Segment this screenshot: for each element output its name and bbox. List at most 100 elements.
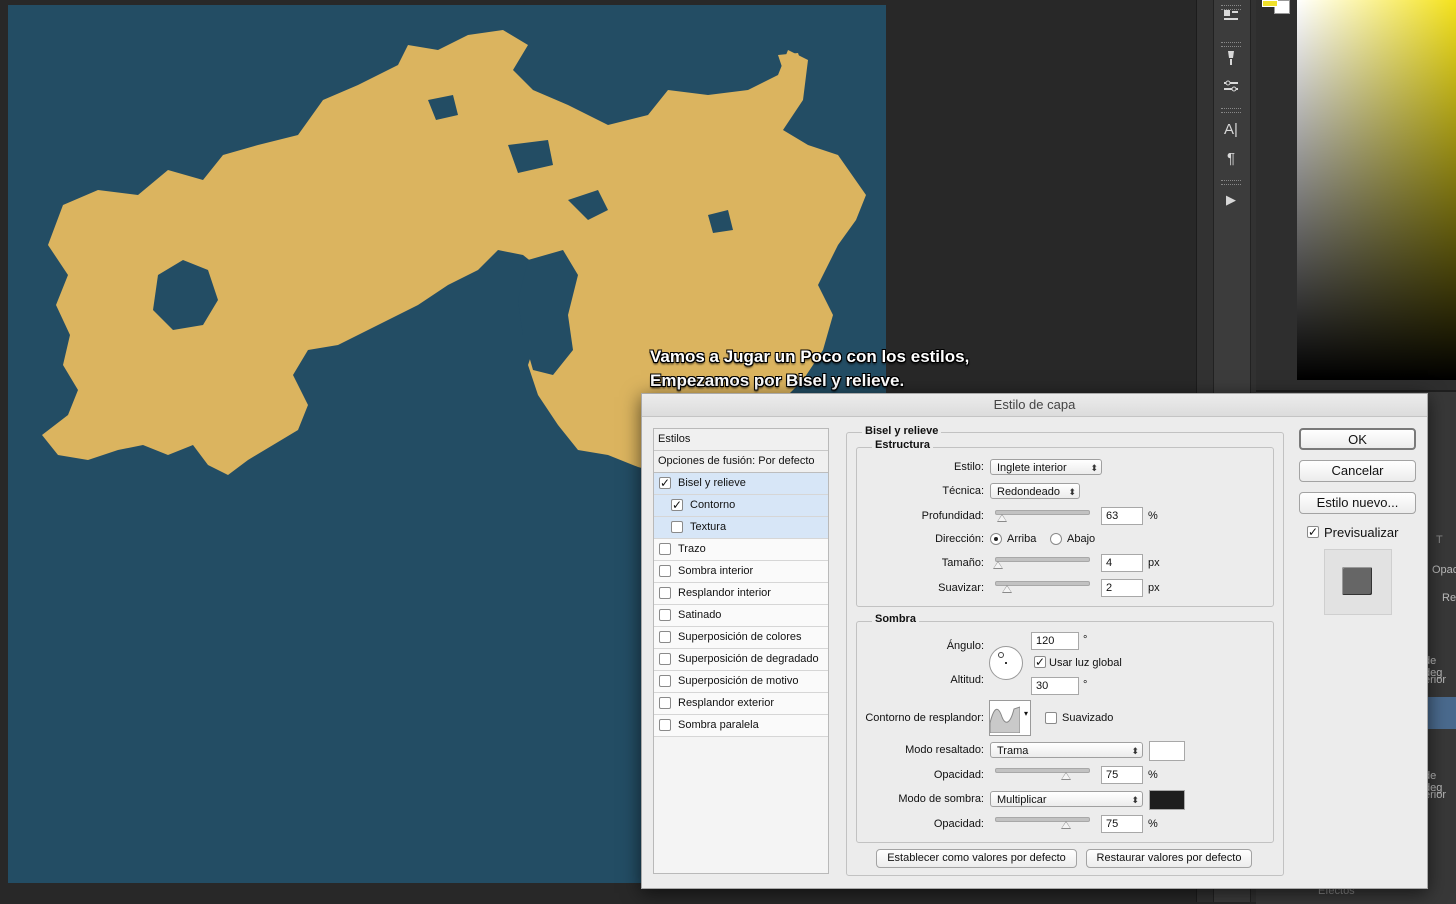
style-checkbox[interactable] [659, 543, 671, 555]
technique-select[interactable]: Redondeado [990, 483, 1080, 500]
antialias-checkbox[interactable] [1045, 712, 1057, 724]
layer-style-dialog: Estilo de capa Estilos Opciones de fusió… [641, 393, 1428, 889]
style-item-label: Trazo [678, 543, 706, 555]
style-checkbox[interactable] [659, 653, 671, 665]
technique-label: Técnica: [942, 485, 984, 497]
style-item-label: Sombra paralela [678, 719, 759, 731]
gloss-contour-picker[interactable]: ▾ [989, 700, 1031, 736]
grip-handle[interactable] [1221, 180, 1241, 185]
direction-down-radio[interactable] [1050, 533, 1062, 545]
style-item[interactable]: Trazo [654, 539, 828, 561]
paragraph-icon[interactable]: ¶ [1213, 147, 1249, 171]
preview-checkbox[interactable]: ✓ [1307, 526, 1319, 538]
panel-fragment: T [1436, 534, 1443, 546]
shadow-opacity-label: Opacidad: [933, 818, 984, 830]
highlight-opacity-unit: % [1148, 769, 1158, 781]
style-checkbox[interactable] [659, 719, 671, 731]
style-item[interactable]: Sombra paralela [654, 715, 828, 737]
style-checkbox[interactable]: ✓ [659, 477, 671, 489]
depth-slider[interactable] [995, 510, 1090, 522]
shadow-opacity-slider[interactable] [995, 817, 1090, 829]
caption-line-1: Vamos a Jugar un Poco con los estilos, [650, 347, 970, 366]
highlight-color-swatch[interactable] [1149, 741, 1185, 761]
style-checkbox[interactable] [671, 521, 683, 533]
style-select[interactable]: Inglete interior [990, 459, 1102, 476]
style-checkbox[interactable] [659, 675, 671, 687]
soften-unit: px [1148, 582, 1160, 594]
adjust-icon[interactable] [1213, 78, 1249, 102]
highlight-mode-select[interactable]: Trama [990, 742, 1143, 759]
depth-label: Profundidad: [921, 510, 984, 522]
foreground-color-swatch[interactable] [1262, 0, 1278, 7]
grip-handle[interactable] [1221, 108, 1241, 113]
style-checkbox[interactable]: ✓ [671, 499, 683, 511]
style-item-label: Superposición de colores [678, 631, 802, 643]
style-checkbox[interactable] [659, 565, 671, 577]
selected-layer-row[interactable] [1426, 697, 1456, 729]
altitude-input[interactable]: 30 [1031, 677, 1079, 695]
size-input[interactable]: 4 [1101, 554, 1143, 572]
shading-title: Sombra [872, 613, 919, 625]
new-style-button[interactable]: Estilo nuevo... [1299, 492, 1416, 514]
size-slider[interactable] [992, 557, 1090, 569]
size-slider-thumb[interactable] [992, 561, 1003, 569]
style-item[interactable]: ✓ Contorno [654, 495, 828, 517]
dialog-title: Estilo de capa [642, 394, 1427, 417]
play-icon[interactable]: ▶ [1213, 188, 1249, 212]
style-item-label: Textura [690, 521, 727, 533]
shadow-color-swatch[interactable] [1149, 790, 1185, 810]
style-item[interactable]: Resplandor interior [654, 583, 828, 605]
style-checkbox[interactable] [659, 609, 671, 621]
direction-up-radio[interactable] [990, 533, 1002, 545]
reset-default-button[interactable]: Restaurar valores por defecto [1086, 849, 1252, 868]
preview-label: Previsualizar [1324, 525, 1399, 540]
style-item[interactable]: Satinado [654, 605, 828, 627]
style-item[interactable]: Textura [654, 517, 828, 539]
shadow-opacity-input[interactable]: 75 [1101, 815, 1143, 833]
chevron-down-icon: ▾ [1023, 709, 1028, 718]
brush-icon[interactable] [1213, 50, 1249, 74]
highlight-opacity-thumb[interactable] [1060, 772, 1071, 780]
angle-input[interactable]: 120 [1031, 632, 1079, 650]
ok-button[interactable]: OK [1299, 428, 1416, 450]
soften-input[interactable]: 2 [1101, 579, 1143, 597]
grip-handle[interactable] [1221, 42, 1241, 47]
angle-dial[interactable] [989, 646, 1023, 680]
blending-options[interactable]: Opciones de fusión: Por defecto [654, 451, 828, 473]
style-item-label: Superposición de motivo [678, 675, 799, 687]
style-item[interactable]: Superposición de motivo [654, 671, 828, 693]
altitude-label: Altitud: [950, 674, 984, 686]
style-checkbox[interactable] [659, 631, 671, 643]
styles-list: Estilos Opciones de fusión: Por defecto … [653, 428, 829, 874]
style-item[interactable]: Sombra interior [654, 561, 828, 583]
highlight-opacity-label: Opacidad: [933, 769, 984, 781]
bevel-title: Bisel y relieve [862, 425, 942, 437]
make-default-button[interactable]: Establecer como valores por defecto [876, 849, 1077, 868]
size-unit: px [1148, 557, 1160, 569]
shadow-opacity-thumb[interactable] [1060, 821, 1071, 829]
altitude-unit: ° [1083, 679, 1088, 691]
cancel-button[interactable]: Cancelar [1299, 460, 1416, 482]
style-item-label: Superposición de degradado [678, 653, 819, 665]
global-light-checkbox[interactable]: ✓ [1034, 656, 1046, 668]
style-items: ✓ Bisel y relieve ✓ Contorno Textura Trazo Som… [654, 473, 828, 737]
style-checkbox[interactable] [659, 587, 671, 599]
highlight-opacity-input[interactable]: 75 [1101, 766, 1143, 784]
antialias-label: Suavizado [1062, 712, 1114, 724]
highlight-opacity-slider[interactable] [995, 768, 1090, 780]
style-item[interactable]: ✓ Bisel y relieve [654, 473, 828, 495]
soften-slider-thumb[interactable] [1002, 585, 1013, 593]
depth-slider-thumb[interactable] [996, 514, 1007, 522]
color-spectrum[interactable] [1297, 0, 1456, 380]
style-item[interactable]: Superposición de degradado [654, 649, 828, 671]
style-item[interactable]: Resplandor exterior [654, 693, 828, 715]
style-item[interactable]: Superposición de colores [654, 627, 828, 649]
style-item-label: Resplandor interior [678, 587, 771, 599]
soften-slider[interactable] [995, 581, 1090, 593]
depth-input[interactable]: 63 [1101, 507, 1143, 525]
style-checkbox[interactable] [659, 697, 671, 709]
shadow-mode-select[interactable]: Multiplicar [990, 791, 1143, 808]
styles-header[interactable]: Estilos [654, 429, 828, 451]
settings-icon[interactable] [1213, 8, 1249, 32]
character-icon[interactable]: A| [1213, 118, 1249, 142]
